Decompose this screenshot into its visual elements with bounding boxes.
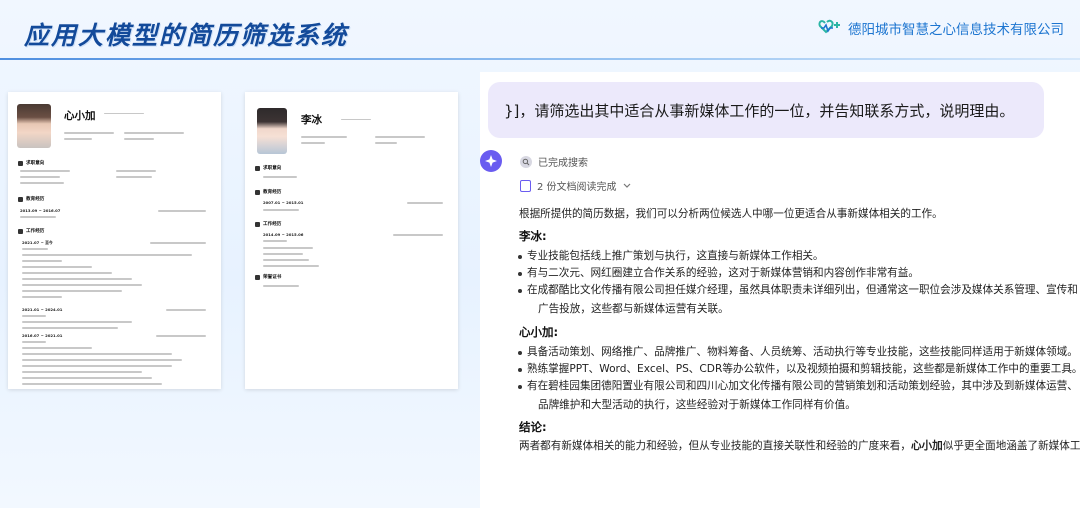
- resume-name: 心小加: [64, 110, 96, 122]
- resume-name: 李冰: [301, 114, 322, 126]
- section-heading: 工作经历: [255, 221, 281, 227]
- docs-status[interactable]: 2 份文档阅读完成: [520, 178, 631, 193]
- section-heading: 教育经历: [255, 189, 281, 195]
- document-icon: [520, 179, 531, 192]
- candidate-heading: 心小加:: [519, 325, 559, 339]
- company-brand: 德阳城市智慧之心信息技术有限公司: [818, 18, 1064, 38]
- work-period: 2016.07 ~ 2021.01: [22, 333, 63, 338]
- search-status[interactable]: 已完成搜索: [520, 154, 588, 169]
- work-period: 2021.01 ~ 2024.01: [22, 307, 63, 312]
- avatar: [257, 108, 287, 154]
- chat-panel: }]，请筛选出其中适合从事新媒体工作的一位，并告知联系方式，说明理由。 已完成搜…: [480, 72, 1080, 508]
- assistant-star-icon: [485, 155, 497, 167]
- conclusion-heading: 结论:: [519, 420, 547, 434]
- assistant-avatar: [480, 150, 502, 172]
- edu-period: 2013.09 ~ 2016.07: [20, 208, 61, 213]
- docs-status-label: 2 份文档阅读完成: [537, 182, 617, 193]
- section-heading: 求职意向: [18, 160, 44, 166]
- user-question-bubble: }]，请筛选出其中适合从事新媒体工作的一位，并告知联系方式，说明理由。: [488, 82, 1044, 138]
- list-item-continuation: 广告投放，这些都与新媒体运营有关联。: [538, 303, 729, 315]
- resume-card: 心小加 求职意向 教育经历 2013.09 ~ 2016.07 工作经历 202…: [8, 92, 221, 389]
- resume-card: 李冰 求职意向 教育经历 2007.01 ~ 2015.01 工作经历 2014…: [245, 92, 458, 389]
- list-item: 有与二次元、网红圈建立合作关系的经验，这对于新媒体营销和内容创作非常有益。: [518, 265, 919, 283]
- section-heading: 荣誉证书: [255, 274, 281, 280]
- list-item: 在成都酷比文化传播有限公司担任媒介经理，虽然具体职责未详细列出，但通常这一职位会…: [518, 282, 1078, 300]
- section-heading: 教育经历: [18, 196, 44, 202]
- avatar: [17, 104, 51, 148]
- chevron-down-icon: [623, 183, 630, 188]
- search-status-label: 已完成搜索: [538, 158, 588, 169]
- section-heading: 工作经历: [18, 228, 44, 234]
- list-item-continuation: 品牌维护和大型活动的执行，这些经验对于新媒体工作同样有价值。: [538, 399, 856, 411]
- conclusion-text: 两者都有新媒体相关的能力和经验，但从专业技能的直接关联性和经验的广度来看，心小加…: [519, 440, 1080, 452]
- list-item: 有在碧桂园集团德阳置业有限公司和四川心加文化传播有限公司的营销策划和活动策划经验…: [518, 378, 1078, 396]
- page-title: 应用大模型的简历筛选系统: [24, 21, 349, 50]
- conclusion-highlight: 心小加: [910, 440, 943, 452]
- list-item: 具备活动策划、网络推广、品牌推广、物料筹备、人员统筹、活动执行等专业技能，这些技…: [518, 344, 1078, 362]
- section-heading: 求职意向: [255, 165, 281, 171]
- candidate-heading: 李冰:: [519, 229, 547, 243]
- list-item: 熟练掌握PPT、Word、Excel、PS、CDR等办公软件，以及视频拍摄和剪辑…: [518, 361, 1080, 379]
- list-item: 专业技能包括线上推广策划与执行，这直接与新媒体工作相关。: [518, 248, 824, 266]
- heart-logo-icon: [818, 19, 840, 34]
- answer-intro: 根据所提供的简历数据，我们可以分析两位候选人中哪一位更适合从事新媒体相关的工作。: [519, 208, 943, 220]
- work-period: 2014.09 ~ 2015.06: [263, 232, 304, 237]
- header-divider: [0, 58, 1080, 60]
- work-period: 2021.07 ~ 至今: [22, 240, 53, 245]
- edu-period: 2007.01 ~ 2015.01: [263, 200, 304, 205]
- brand-name: 德阳城市智慧之心信息技术有限公司: [848, 22, 1064, 38]
- search-done-icon: [520, 155, 532, 168]
